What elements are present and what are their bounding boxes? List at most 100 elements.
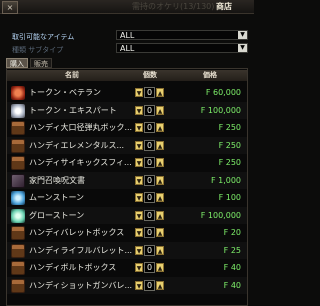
increase-button[interactable]: ▲ <box>156 140 164 150</box>
decrease-button[interactable]: ▼ <box>135 228 143 237</box>
item-price: F 100 <box>218 193 241 202</box>
increase-button[interactable]: ▲ <box>156 123 164 132</box>
increase-button[interactable]: ▲ <box>156 88 164 97</box>
decrease-button[interactable]: ▼ <box>135 263 143 272</box>
item-name: グローストーン <box>29 210 85 220</box>
quantity-field[interactable]: 0 <box>144 87 155 98</box>
box-icon <box>11 261 25 275</box>
increase-button[interactable]: ▲ <box>156 175 164 185</box>
item-price: F 20 <box>223 228 241 237</box>
white-token-icon <box>11 103 25 118</box>
increase-button[interactable]: ▲ <box>156 158 164 167</box>
filter-tradable-value: ALL <box>120 31 135 40</box>
table-row[interactable]: ハンディエレメンタルス... ▼ 0 ▲ F 250 <box>7 137 247 155</box>
item-name: ハンディ大口径弾丸ボック... <box>29 123 133 132</box>
filter-tradable-label: 取引可能なアイテム <box>12 33 75 41</box>
quantity-field[interactable]: 0 <box>144 244 155 256</box>
increase-button[interactable]: ▲ <box>156 210 164 220</box>
filter-subtype-label: 種類 サブタイプ <box>12 46 64 54</box>
quantity-field[interactable]: 0 <box>144 209 155 221</box>
quantity-field[interactable]: 0 <box>144 139 155 151</box>
item-name: 家門召喚呪文書 <box>29 175 85 185</box>
filter-tradable-select[interactable]: ALL ▼ <box>116 30 248 40</box>
increase-button[interactable]: ▲ <box>156 105 164 115</box>
decrease-button[interactable]: ▼ <box>135 88 143 97</box>
decrease-button[interactable]: ▼ <box>135 175 143 185</box>
item-list: トークン・ベテラン ▼ 0 ▲ F 60,000 トークン・エキスパート ▼ 0 ▲ F 100,… <box>7 84 247 294</box>
increase-button[interactable]: ▲ <box>156 280 164 290</box>
box-icon <box>11 243 25 258</box>
table-row[interactable]: ハンディサイキックスフィ... ▼ 0 ▲ F 250 <box>7 154 247 172</box>
table-row[interactable]: トークン・エキスパート ▼ 0 ▲ F 100,000 <box>7 102 247 120</box>
quantity-field[interactable]: 0 <box>144 122 155 133</box>
tab-sell[interactable]: 販売 <box>30 58 52 68</box>
decrease-button[interactable]: ▼ <box>135 280 143 290</box>
table-row[interactable]: ムーンストーン ▼ 0 ▲ F 100 <box>7 189 247 207</box>
box-icon <box>11 226 25 240</box>
item-name: トークン・ベテラン <box>29 88 101 97</box>
item-price: F 250 <box>218 158 241 167</box>
item-name: ハンディショットガンバレ... <box>29 280 133 290</box>
header-qty: 個数 <box>143 71 157 79</box>
table-row[interactable]: ハンディボルトボックス ▼ 0 ▲ F 40 <box>7 259 247 277</box>
item-name: ハンディボルトボックス <box>29 263 117 272</box>
decrease-button[interactable]: ▼ <box>135 210 143 220</box>
decrease-button[interactable]: ▼ <box>135 158 143 167</box>
increase-button[interactable]: ▲ <box>156 193 164 202</box>
filter-subtype-select[interactable]: ALL ▼ <box>116 43 248 53</box>
window-title: 商店 <box>216 2 232 11</box>
item-price: F 250 <box>218 123 241 132</box>
increase-button[interactable]: ▲ <box>156 263 164 272</box>
item-name: トークン・エキスパート <box>29 105 117 115</box>
item-name: ハンディバレットボックス <box>29 228 125 237</box>
decrease-button[interactable]: ▼ <box>135 105 143 115</box>
decrease-button[interactable]: ▼ <box>135 193 143 202</box>
item-price: F 40 <box>223 263 241 272</box>
book-icon <box>11 173 25 188</box>
table-row[interactable]: グローストーン ▼ 0 ▲ F 100,000 <box>7 207 247 225</box>
box-icon <box>11 138 25 153</box>
quantity-field[interactable]: 0 <box>144 227 155 238</box>
increase-button[interactable]: ▲ <box>156 228 164 237</box>
quantity-field[interactable]: 0 <box>144 262 155 273</box>
header-price: 価格 <box>203 71 217 79</box>
quantity-field[interactable]: 0 <box>144 174 155 186</box>
tab-buy[interactable]: 購入 <box>6 58 28 68</box>
table-row[interactable]: ハンディバレットボックス ▼ 0 ▲ F 20 <box>7 224 247 242</box>
close-button[interactable]: × <box>2 1 18 14</box>
item-price: F 60,000 <box>205 88 241 97</box>
item-price: F 100,000 <box>200 210 241 220</box>
increase-button[interactable]: ▲ <box>156 245 164 255</box>
quantity-field[interactable]: 0 <box>144 279 155 291</box>
quantity-field[interactable]: 0 <box>144 104 155 116</box>
table-row[interactable]: ハンディショットガンバレ... ▼ 0 ▲ F 40 <box>7 277 247 295</box>
quantity-field[interactable]: 0 <box>144 192 155 203</box>
decrease-button[interactable]: ▼ <box>135 123 143 132</box>
table-row[interactable]: ハンディ大口径弾丸ボック... ▼ 0 ▲ F 250 <box>7 119 247 137</box>
item-price: F 1,000 <box>210 175 241 185</box>
box-icon <box>11 156 25 170</box>
orange-token-icon <box>11 86 25 100</box>
item-price: F 250 <box>218 140 241 150</box>
chevron-down-icon[interactable]: ▼ <box>238 31 247 39</box>
item-price: F 100,000 <box>200 105 241 115</box>
item-price: F 25 <box>223 245 241 255</box>
background-ghost-text: 需持のオケリ(13/130) <box>132 2 215 11</box>
chevron-down-icon[interactable]: ▼ <box>238 44 247 52</box>
item-name: ムーンストーン <box>29 193 85 202</box>
window-titlebar: × 需持のオケリ(13/130) 商店 <box>0 0 254 14</box>
box-icon <box>11 121 25 135</box>
decrease-button[interactable]: ▼ <box>135 140 143 150</box>
table-row[interactable]: 家門召喚呪文書 ▼ 0 ▲ F 1,000 <box>7 172 247 190</box>
table-header: 名前 個数 価格 <box>7 70 247 81</box>
table-row[interactable]: トークン・ベテラン ▼ 0 ▲ F 60,000 <box>7 84 247 102</box>
item-name: ハンディライフルバレット... <box>29 245 133 255</box>
decrease-button[interactable]: ▼ <box>135 245 143 255</box>
quantity-field[interactable]: 0 <box>144 157 155 168</box>
item-name: ハンディサイキックスフィ... <box>29 158 132 167</box>
table-row[interactable]: ハンディライフルバレット... ▼ 0 ▲ F 25 <box>7 242 247 260</box>
box-icon <box>11 278 25 293</box>
filter-subtype-value: ALL <box>120 44 135 53</box>
item-name: ハンディエレメンタルス... <box>29 140 125 150</box>
moon-stone-icon <box>11 191 25 205</box>
